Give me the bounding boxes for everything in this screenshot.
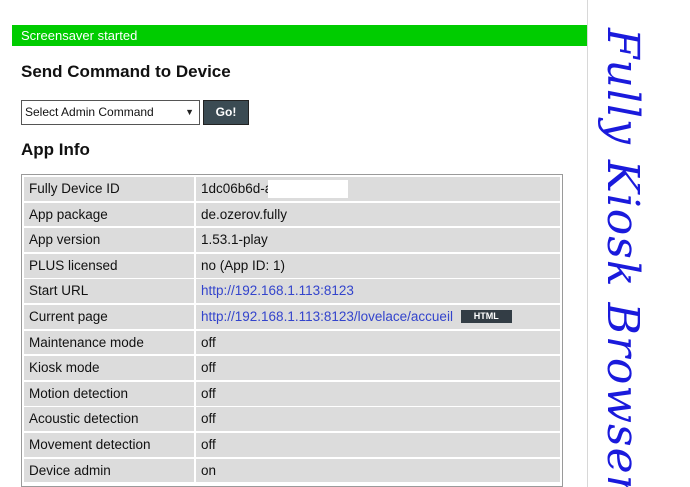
table-row: Acoustic detection off <box>24 407 560 432</box>
row-key-acoustic-detection: Acoustic detection <box>24 407 194 432</box>
table-row: Maintenance mode off <box>24 330 560 355</box>
notification-text: Screensaver started <box>21 28 138 43</box>
notification-bar: Screensaver started <box>12 25 587 46</box>
row-value-app-package: de.ozerov.fully <box>196 202 560 227</box>
main-panel: Screensaver started Send Command to Devi… <box>0 0 588 487</box>
send-command-heading: Send Command to Device <box>21 62 231 81</box>
app-info-heading: App Info <box>21 140 90 159</box>
table-row: App version 1.53.1-play <box>24 228 560 252</box>
row-key-device-id: Fully Device ID <box>24 177 194 201</box>
table-row: Current page http://192.168.1.113:8123/l… <box>24 304 560 329</box>
row-key-movement-detection: Movement detection <box>24 432 194 457</box>
row-value-start-url: http://192.168.1.113:8123 <box>196 279 560 304</box>
row-key-plus-licensed: PLUS licensed <box>24 253 194 278</box>
row-value-motion-detection: off <box>196 381 560 406</box>
row-value-kiosk-mode: off <box>196 356 560 380</box>
table-row: PLUS licensed no (App ID: 1) <box>24 253 560 278</box>
table-row: App package de.ozerov.fully <box>24 202 560 227</box>
row-value-device-admin: on <box>196 458 560 483</box>
row-value-app-version: 1.53.1-play <box>196 228 560 252</box>
row-value-current-page: http://192.168.1.113:8123/lovelace/accue… <box>196 304 560 329</box>
start-url-link[interactable]: http://192.168.1.113:8123 <box>201 283 354 298</box>
brand-logo-text: Fully Kiosk Browser <box>597 28 648 487</box>
row-key-current-page: Current page <box>24 304 194 329</box>
admin-command-select-value: Select Admin Command <box>25 105 154 119</box>
table-row: Start URL http://192.168.1.113:8123 <box>24 279 560 304</box>
row-key-app-version: App version <box>24 228 194 252</box>
row-key-start-url: Start URL <box>24 279 194 304</box>
row-key-maintenance-mode: Maintenance mode <box>24 330 194 355</box>
table-row: Kiosk mode off <box>24 356 560 380</box>
table-row: Motion detection off <box>24 381 560 406</box>
html-source-button[interactable]: HTML <box>460 309 512 323</box>
go-button[interactable]: Go! <box>203 100 249 125</box>
row-value-plus-licensed: no (App ID: 1) <box>196 253 560 278</box>
device-id-value: 1dc06b6d-a <box>201 181 273 196</box>
app-info-table: Fully Device ID 1dc06b6d-a App package d… <box>21 174 563 487</box>
row-key-device-admin: Device admin <box>24 458 194 483</box>
current-page-link[interactable]: http://192.168.1.113:8123/lovelace/accue… <box>201 309 453 324</box>
brand-side-panel: Fully Kiosk Browser <box>588 0 690 487</box>
row-key-kiosk-mode: Kiosk mode <box>24 356 194 380</box>
chevron-down-icon: ▼ <box>185 107 194 117</box>
row-value-device-id: 1dc06b6d-a <box>196 177 560 201</box>
table-row: Movement detection off <box>24 432 560 457</box>
row-value-maintenance-mode: off <box>196 330 560 355</box>
redaction-box <box>268 180 348 198</box>
row-key-motion-detection: Motion detection <box>24 381 194 406</box>
admin-command-select[interactable]: Select Admin Command ▼ <box>21 100 200 125</box>
row-key-app-package: App package <box>24 202 194 227</box>
row-value-movement-detection: off <box>196 432 560 457</box>
page: Screensaver started Send Command to Devi… <box>0 0 690 487</box>
table-row: Device admin on <box>24 458 560 483</box>
row-value-acoustic-detection: off <box>196 407 560 432</box>
table-row: Fully Device ID 1dc06b6d-a <box>24 177 560 201</box>
